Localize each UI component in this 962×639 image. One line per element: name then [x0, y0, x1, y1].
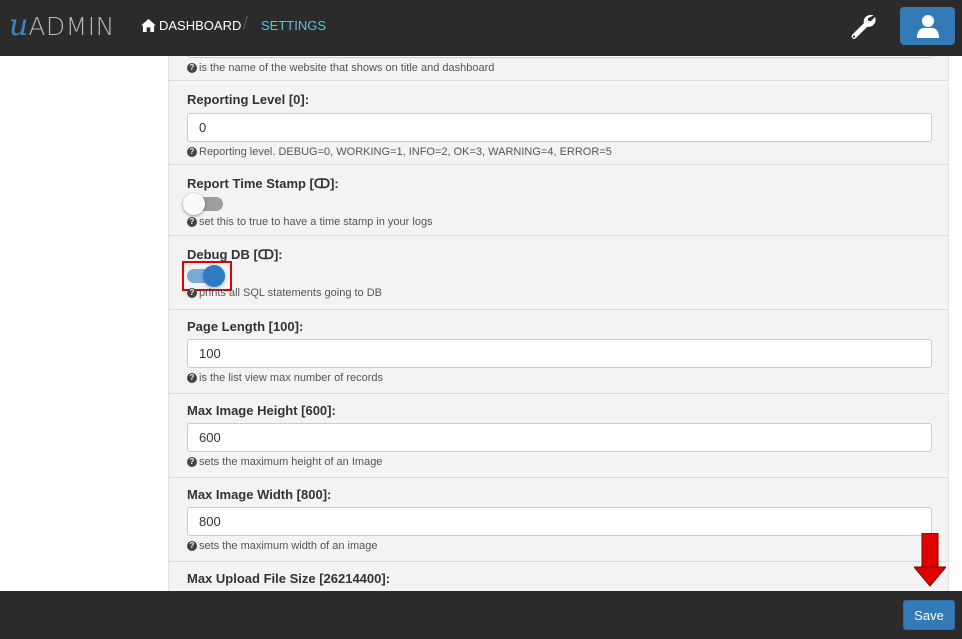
report-time-stamp-toggle[interactable] — [183, 193, 223, 215]
setting-row-reporting-level: Reporting Level [0]: ?Reporting level. D… — [169, 81, 948, 165]
save-button[interactable]: Save — [903, 600, 955, 630]
max-image-height-label: Max Image Height [600]: — [187, 403, 336, 418]
red-arrow-down-icon — [914, 533, 946, 587]
breadcrumb-dashboard[interactable]: DASHBOARD — [141, 16, 241, 34]
reporting-level-input[interactable] — [187, 113, 932, 142]
setting-row-report-time-stamp: Report Time Stamp [ↀ]: ? set this to true… — [169, 165, 948, 236]
max-image-width-label: Max Image Width [800]: — [187, 487, 332, 502]
setting-row-max-upload-file-size: Max Upload File Size [26214400]: — [169, 562, 948, 591]
question-circle-icon: ? — [187, 288, 197, 298]
toggle-knob — [183, 193, 205, 215]
user-icon — [916, 15, 939, 38]
bottom-bar — [0, 591, 962, 639]
breadcrumb-dashboard-label: DASHBOARD — [159, 17, 242, 33]
max-image-height-help: ? sets the maximum height of an Image — [187, 456, 382, 468]
settings-panel: ? is the name of the website that shows o… — [168, 56, 949, 591]
question-circle-icon: ? — [187, 63, 197, 73]
max-image-height-input[interactable] — [187, 423, 932, 452]
page-length-input[interactable] — [187, 339, 932, 368]
debug-db-toggle[interactable] — [187, 265, 225, 287]
setting-row-debug-db: Debug DB [ↀ]: ? prints all SQL statements… — [169, 236, 948, 310]
setting-row-max-image-width: Max Image Width [800]: ?sets the maximum… — [169, 478, 948, 562]
setting-row-page-length: Page Length [100]: ?is the list view max… — [169, 310, 948, 394]
max-image-width-input[interactable] — [187, 507, 932, 536]
toggle-knob — [203, 265, 225, 287]
setting-row-max-image-height: Max Image Height [600]: ?sets the maximu… — [169, 394, 948, 478]
question-circle-icon: ? — [187, 457, 197, 467]
site-name-field[interactable] — [187, 56, 932, 58]
max-image-width-help: ? sets the maximum width of an image — [187, 540, 378, 552]
question-circle-icon: ? — [187, 147, 197, 157]
page-length-help: ? is the list view max number of records — [187, 372, 383, 384]
home-icon — [141, 18, 156, 32]
breadcrumb-separator: / — [243, 13, 249, 33]
setting-row-site-name: ? is the name of the website that shows o… — [169, 56, 948, 81]
report-time-stamp-label: Report Time Stamp [ↀ]: — [187, 176, 339, 191]
top-navbar: u ADMIN DASHBOARD / SETTINGS — [0, 0, 962, 56]
reporting-level-help: ? Reporting level. DEBUG=0, WORKING=1, IN… — [187, 146, 612, 158]
logo-text: ADMIN — [28, 12, 115, 41]
debug-db-help: ? prints all SQL statements going to DB — [187, 287, 382, 299]
uadmin-logo[interactable]: u ADMIN — [9, 9, 115, 43]
user-menu-button[interactable] — [900, 7, 955, 45]
logo-u: u — [9, 8, 29, 43]
wrench-icon[interactable] — [848, 11, 878, 41]
max-upload-file-size-label: Max Upload File Size [26214400]: — [187, 571, 391, 586]
report-time-stamp-help: ? set this to true to have a time stamp i… — [187, 216, 433, 228]
question-circle-icon: ? — [187, 541, 197, 551]
breadcrumb-settings: SETTINGS — [261, 17, 327, 33]
site-name-help: ? is the name of the website that shows o… — [187, 62, 494, 74]
question-circle-icon: ? — [187, 373, 197, 383]
question-circle-icon: ? — [187, 217, 197, 227]
reporting-level-label: Reporting Level [0]: — [187, 92, 310, 107]
page-length-label: Page Length [100]: — [187, 319, 304, 334]
